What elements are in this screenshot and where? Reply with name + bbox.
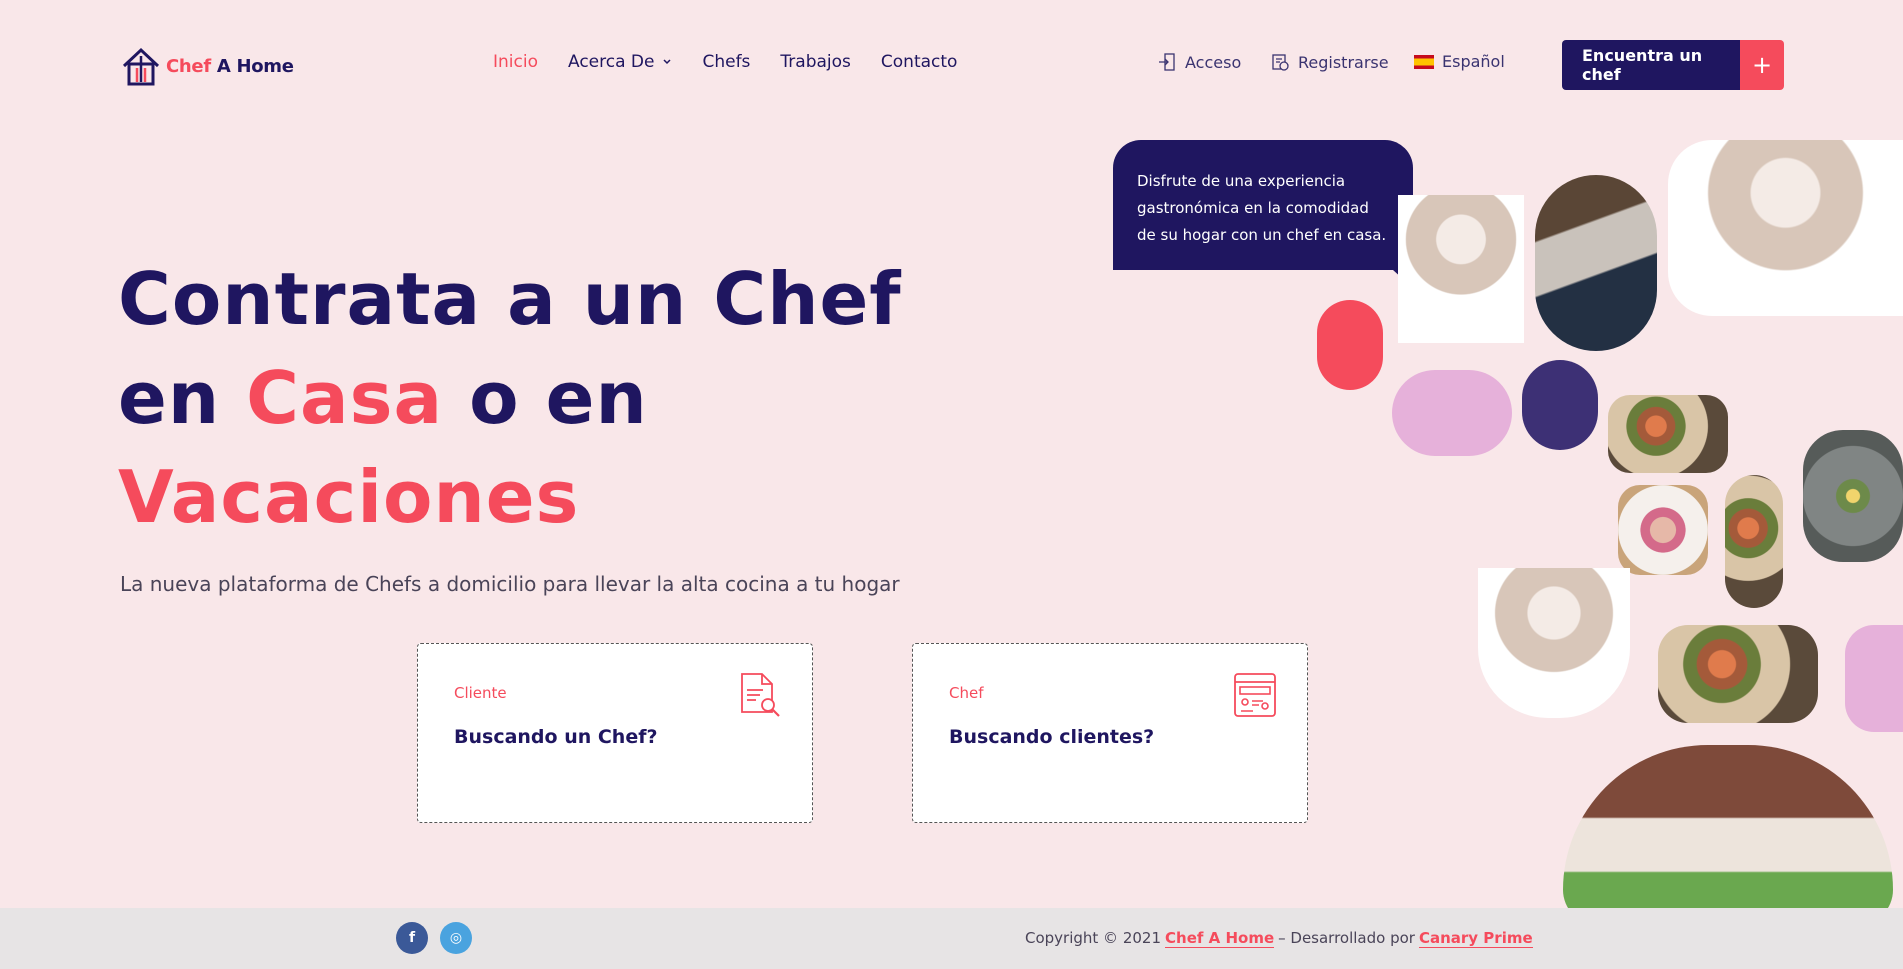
logo-text-dark: A Home: [216, 55, 294, 77]
hero-title-vacaciones: Vacaciones: [118, 455, 580, 539]
nav-item-chefs[interactable]: Chefs: [702, 52, 750, 72]
male-chef-image: [1668, 140, 1903, 316]
document-search-icon: [741, 673, 780, 717]
hero-title-line2: en Casa o en: [118, 349, 902, 448]
meals-table-image: [1658, 625, 1818, 723]
dishes-column-image: [1725, 475, 1783, 608]
register-link[interactable]: Registrarse: [1270, 52, 1389, 72]
speech-bubble: Disfrute de una experiencia gastronómica…: [1113, 140, 1413, 288]
find-chef-label: Encuentra un chef: [1562, 40, 1740, 90]
chef-house-logo-icon: [122, 47, 160, 86]
register-label: Registrarse: [1298, 52, 1389, 72]
client-card-title: Buscando un Chef?: [454, 726, 658, 748]
chevron-down-icon: [663, 59, 671, 65]
plating-chef-image: [1563, 745, 1893, 925]
logo-text: Chef A Home: [166, 56, 294, 77]
login-icon: [1159, 53, 1175, 71]
chef-card[interactable]: Chef Buscando clientes?: [912, 643, 1308, 823]
decor-pink-edge: [1845, 625, 1903, 732]
hero-title-line2-a: en: [118, 356, 247, 440]
nav-item-inicio[interactable]: Inicio: [493, 52, 538, 72]
copyright-prefix: Copyright © 2021: [1025, 929, 1162, 947]
decor-coral-pill: [1317, 300, 1383, 390]
laptop-image: [1535, 175, 1657, 351]
language-label: Español: [1442, 52, 1505, 71]
login-link[interactable]: Acceso: [1157, 52, 1241, 72]
senior-chef-image: [1478, 568, 1630, 718]
spain-flag-icon: [1414, 54, 1434, 69]
decor-pink-pill: [1392, 370, 1512, 456]
brand-footer-link[interactable]: Chef A Home: [1165, 929, 1275, 948]
hero-title-casa: Casa: [246, 356, 444, 440]
facebook-icon[interactable]: f: [396, 922, 428, 954]
nav-item-contacto[interactable]: Contacto: [881, 52, 958, 72]
client-card-kicker: Cliente: [454, 684, 507, 702]
register-icon: [1272, 54, 1289, 71]
chef-card-kicker: Chef: [949, 684, 984, 702]
female-chef-image: [1398, 195, 1524, 343]
login-label: Acceso: [1185, 52, 1242, 72]
language-switcher[interactable]: Español: [1414, 52, 1505, 71]
banquet-image: [1608, 395, 1728, 473]
profile-dashboard-icon: [1234, 673, 1276, 717]
hero-title: Contrata a un Chef en Casa o en Vacacion…: [118, 250, 902, 547]
copyright: Copyright © 2021 Chef A Home – Desarroll…: [1025, 929, 1533, 948]
logo-text-red: Chef: [166, 55, 211, 77]
logo[interactable]: Chef A Home: [120, 46, 294, 86]
hero-title-line2-b: o en: [443, 356, 648, 440]
nav-item-trabajos[interactable]: Trabajos: [780, 52, 850, 72]
instagram-icon[interactable]: ◎: [440, 922, 472, 954]
gourmet-plate-image: [1803, 430, 1903, 562]
hero-title-line1: Contrata a un Chef: [118, 257, 902, 341]
plus-icon: +: [1740, 40, 1784, 90]
nav-item-acerca-de[interactable]: Acerca De: [568, 52, 672, 72]
find-chef-button[interactable]: Encuentra un chef +: [1562, 40, 1784, 90]
dish-plate-image: [1618, 485, 1708, 575]
chef-card-title: Buscando clientes?: [949, 726, 1155, 748]
hero-subtitle: La nueva plataforma de Chefs a domicilio…: [120, 572, 900, 596]
main-nav: Inicio Acerca De Chefs Trabajos Contacto: [493, 52, 957, 72]
client-card[interactable]: Cliente Buscando un Chef?: [417, 643, 813, 823]
copyright-middle: – Desarrollado por: [1278, 929, 1415, 947]
developer-link[interactable]: Canary Prime: [1418, 929, 1533, 948]
nav-item-acerca-de-label: Acerca De: [567, 52, 655, 72]
decor-purple-pill: [1522, 360, 1598, 450]
footer: [0, 908, 1903, 969]
